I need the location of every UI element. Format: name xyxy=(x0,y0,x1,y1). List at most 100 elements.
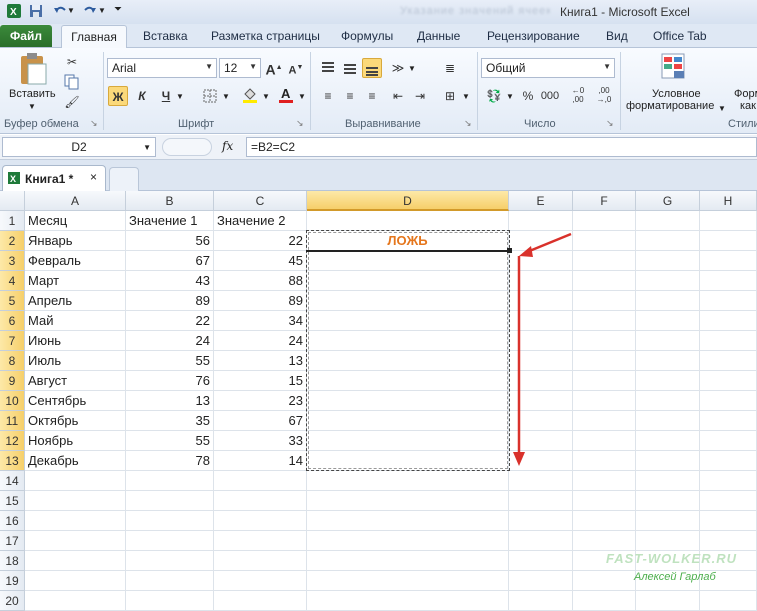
cell-f6[interactable] xyxy=(573,311,636,331)
row-header[interactable]: 9 xyxy=(0,371,25,391)
copy-icon[interactable] xyxy=(62,72,82,92)
tab-data[interactable]: Данные xyxy=(417,29,460,43)
cell-d4[interactable] xyxy=(307,271,509,291)
row-header[interactable]: 5 xyxy=(0,291,25,311)
font-launcher-icon[interactable]: ↘ xyxy=(296,118,304,129)
orientation-dropdown-icon[interactable]: ▼ xyxy=(408,64,416,73)
cell-g3[interactable] xyxy=(636,251,700,271)
align-bottom-icon[interactable] xyxy=(362,58,382,78)
cell-b8[interactable]: 55 xyxy=(126,351,214,371)
cell-d14[interactable] xyxy=(307,471,509,491)
cell-b7[interactable]: 24 xyxy=(126,331,214,351)
paste-icon[interactable] xyxy=(18,52,48,89)
cell-d3[interactable] xyxy=(307,251,509,271)
cell-c1[interactable]: Значение 2 xyxy=(214,211,307,231)
cell-g1[interactable] xyxy=(636,211,700,231)
cell-b17[interactable] xyxy=(126,531,214,551)
cell-b5[interactable]: 89 xyxy=(126,291,214,311)
font-size-select[interactable]: 12 ▼ xyxy=(219,58,261,78)
row-header[interactable]: 15 xyxy=(0,491,25,511)
cell-a11[interactable]: Октябрь xyxy=(25,411,126,431)
cell-f8[interactable] xyxy=(573,351,636,371)
tab-file[interactable]: Файл xyxy=(0,25,52,47)
cell-b15[interactable] xyxy=(126,491,214,511)
tab-page-layout[interactable]: Разметка страницы xyxy=(211,29,320,43)
cell-d7[interactable] xyxy=(307,331,509,351)
cell-e16[interactable] xyxy=(509,511,573,531)
row-header[interactable]: 14 xyxy=(0,471,25,491)
row-header[interactable]: 4 xyxy=(0,271,25,291)
cell-g16[interactable] xyxy=(636,511,700,531)
row-header[interactable]: 16 xyxy=(0,511,25,531)
cell-a16[interactable] xyxy=(25,511,126,531)
cell-a15[interactable] xyxy=(25,491,126,511)
cell-f16[interactable] xyxy=(573,511,636,531)
increase-decimal-icon[interactable]: ←0,00 xyxy=(568,86,588,106)
cell-b12[interactable]: 55 xyxy=(126,431,214,451)
align-middle-icon[interactable] xyxy=(340,58,360,78)
cell-b3[interactable]: 67 xyxy=(126,251,214,271)
cell-h12[interactable] xyxy=(700,431,757,451)
cell-a2[interactable]: Январь xyxy=(25,231,126,251)
bold-button[interactable]: Ж xyxy=(108,86,128,106)
cell-f12[interactable] xyxy=(573,431,636,451)
column-header-b[interactable]: B xyxy=(126,191,214,211)
undo-dropdown-icon[interactable]: ▼ xyxy=(67,6,83,22)
column-header-a[interactable]: A xyxy=(25,191,126,211)
cell-d2[interactable]: ЛОЖЬ xyxy=(307,231,509,251)
cell-c20[interactable] xyxy=(214,591,307,611)
fill-color-icon[interactable] xyxy=(240,86,260,106)
row-header[interactable]: 17 xyxy=(0,531,25,551)
cell-g14[interactable] xyxy=(636,471,700,491)
row-header[interactable]: 3 xyxy=(0,251,25,271)
cell-b20[interactable] xyxy=(126,591,214,611)
cell-h5[interactable] xyxy=(700,291,757,311)
cell-b2[interactable]: 56 xyxy=(126,231,214,251)
cell-d13[interactable] xyxy=(307,451,509,471)
cell-h1[interactable] xyxy=(700,211,757,231)
close-icon[interactable]: × xyxy=(90,170,97,184)
number-launcher-icon[interactable]: ↘ xyxy=(606,118,614,129)
cell-d17[interactable] xyxy=(307,531,509,551)
cell-d19[interactable] xyxy=(307,571,509,591)
cell-f11[interactable] xyxy=(573,411,636,431)
cell-c8[interactable]: 13 xyxy=(214,351,307,371)
cell-c10[interactable]: 23 xyxy=(214,391,307,411)
row-header[interactable]: 18 xyxy=(0,551,25,571)
cell-g8[interactable] xyxy=(636,351,700,371)
cell-f13[interactable] xyxy=(573,451,636,471)
orientation-icon[interactable]: ≫ xyxy=(388,58,408,78)
decrease-decimal-icon[interactable]: ,00 →,0 xyxy=(594,86,614,106)
cell-d12[interactable] xyxy=(307,431,509,451)
underline-dropdown-icon[interactable]: ▼ xyxy=(176,92,184,101)
format-as-table-label2[interactable]: как xyxy=(740,100,756,112)
cell-d20[interactable] xyxy=(307,591,509,611)
cell-g13[interactable] xyxy=(636,451,700,471)
cell-b4[interactable]: 43 xyxy=(126,271,214,291)
cell-g7[interactable] xyxy=(636,331,700,351)
cell-c2[interactable]: 22 xyxy=(214,231,307,251)
cell-a4[interactable]: Март xyxy=(25,271,126,291)
borders-icon[interactable] xyxy=(200,86,220,106)
fill-dropdown-icon[interactable]: ▼ xyxy=(262,92,270,101)
cell-a7[interactable]: Июнь xyxy=(25,331,126,351)
cell-a19[interactable] xyxy=(25,571,126,591)
tab-view[interactable]: Вид xyxy=(606,29,628,43)
cell-c15[interactable] xyxy=(214,491,307,511)
format-painter-icon[interactable]: 🖌 xyxy=(62,92,82,112)
cell-c4[interactable]: 88 xyxy=(214,271,307,291)
redo-icon[interactable] xyxy=(82,3,98,19)
cell-c6[interactable]: 34 xyxy=(214,311,307,331)
cell-d18[interactable] xyxy=(307,551,509,571)
cell-f9[interactable] xyxy=(573,371,636,391)
new-tab-button[interactable] xyxy=(109,167,139,191)
cell-h3[interactable] xyxy=(700,251,757,271)
insert-function-icon[interactable]: fx xyxy=(222,139,233,153)
cell-d9[interactable] xyxy=(307,371,509,391)
cell-h9[interactable] xyxy=(700,371,757,391)
cell-h8[interactable] xyxy=(700,351,757,371)
row-header[interactable]: 20 xyxy=(0,591,25,611)
cut-icon[interactable]: ✂ xyxy=(62,52,82,72)
cell-a13[interactable]: Декабрь xyxy=(25,451,126,471)
cell-d8[interactable] xyxy=(307,351,509,371)
